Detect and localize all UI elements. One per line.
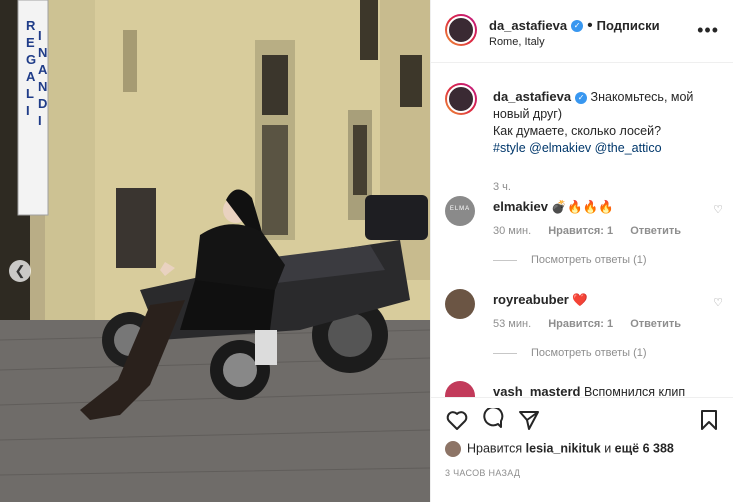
post-actions: Нравится lesia_nikituk и ещё 6 388 3 ЧАС…: [431, 397, 733, 503]
share-icon[interactable]: [517, 408, 541, 432]
caption-age: 3 ч.: [493, 181, 511, 193]
verified-icon: ✓: [575, 91, 588, 104]
sign-letter: L: [26, 86, 34, 101]
comment-avatar[interactable]: [445, 289, 475, 319]
sign-letter: E: [26, 35, 35, 50]
comment-row: vash_masterd Вспомнился клип: [445, 381, 725, 397]
sign-letter: N: [38, 45, 47, 60]
comment-username[interactable]: elmakiev: [493, 199, 548, 214]
author-avatar[interactable]: [445, 14, 477, 46]
comment-likes[interactable]: Нравится: 1: [548, 225, 613, 237]
comment-meta: 53 мин. Нравится: 1 Ответить: [493, 318, 695, 330]
caption-line1: Знакомьтесь, мой: [590, 90, 694, 104]
reply-button[interactable]: Ответить: [630, 318, 681, 330]
sign-letter: I: [26, 103, 30, 118]
photo-illustration: REGALIINANDI: [0, 0, 430, 502]
comment-body: 💣🔥🔥🔥: [551, 200, 614, 214]
comment-username[interactable]: vash_masterd: [493, 384, 580, 397]
comment-likes[interactable]: Нравится: 1: [548, 318, 613, 330]
comment-icon[interactable]: [481, 408, 505, 432]
liker-username[interactable]: lesia_nikituk: [526, 441, 601, 455]
comment-avatar[interactable]: ELMA: [445, 196, 475, 226]
more-icon[interactable]: •••: [697, 20, 719, 41]
likes-count-button[interactable]: ещё 6 388: [615, 441, 674, 455]
sign-letter: I: [38, 113, 42, 128]
comment-like-icon[interactable]: ♡: [713, 296, 723, 309]
chevron-left-icon[interactable]: ❮: [9, 260, 31, 282]
likes-summary: Нравится lesia_nikituk и ещё 6 388: [445, 441, 674, 457]
sign-letter: N: [38, 79, 47, 94]
caption-username[interactable]: da_astafieva: [493, 89, 571, 104]
caption-line3: Как думаете, сколько лосей?: [493, 124, 662, 138]
comment-username[interactable]: royreabuber: [493, 292, 569, 307]
sign-letter: D: [38, 96, 47, 111]
comment-text: vash_masterd Вспомнился клип: [493, 383, 685, 397]
comments-scroll[interactable]: da_astafieva ✓ Знакомьтесь, мой новый дру…: [431, 63, 733, 397]
separator-dot: •: [587, 17, 593, 34]
bookmark-icon[interactable]: [697, 408, 721, 432]
likes-and: и: [604, 441, 612, 456]
view-replies-button[interactable]: Посмотреть ответы (1): [493, 254, 647, 266]
post-photo[interactable]: REGALIINANDI ❮: [0, 0, 430, 502]
verified-icon: ✓: [571, 19, 584, 32]
comment-row: ELMA elmakiev 💣🔥🔥🔥 ♡ 30 мин. Нравится: 1…: [445, 196, 725, 276]
instagram-post: REGALIINANDI ❮ da_astafieva ✓ • Подписки Ro…: [0, 0, 733, 502]
sign-letter: A: [26, 69, 36, 84]
hashtag-link[interactable]: #style: [493, 141, 526, 155]
caption-avatar[interactable]: [445, 83, 477, 115]
sign-letter: G: [26, 52, 36, 67]
sign-letter: R: [26, 18, 36, 33]
comment-text: royreabuber ❤️: [493, 291, 588, 309]
avatar-logo-text: ELMA: [449, 206, 471, 212]
caption-row: da_astafieva ✓ Знакомьтесь, мой новый дру…: [445, 83, 725, 193]
sign-letter: I: [38, 28, 42, 43]
comment-age: 53 мин.: [493, 318, 532, 330]
post-location[interactable]: Rome, Italy: [489, 36, 545, 48]
liker-avatar[interactable]: [445, 441, 461, 457]
comment-text: elmakiev 💣🔥🔥🔥: [493, 198, 614, 216]
comment-body: Вспомнился клип: [583, 385, 686, 397]
mention-link[interactable]: @the_attico: [595, 141, 662, 155]
comment-meta: 30 мин. Нравится: 1 Ответить: [493, 225, 695, 237]
likes-prefix: Нравится: [467, 441, 523, 456]
view-replies-button[interactable]: Посмотреть ответы (1): [493, 347, 647, 359]
comment-like-icon[interactable]: ♡: [713, 203, 723, 216]
post-timestamp: 3 ЧАСОВ НАЗАД: [445, 468, 521, 478]
mention-link[interactable]: @elmakiev: [529, 141, 591, 155]
author-line: da_astafieva ✓ • Подписки: [489, 17, 660, 35]
comment-age: 30 мин.: [493, 225, 532, 237]
follow-button[interactable]: Подписки: [597, 18, 660, 33]
heart-icon[interactable]: [445, 408, 469, 432]
reply-button[interactable]: Ответить: [630, 225, 681, 237]
comment-avatar[interactable]: [445, 381, 475, 397]
caption-text: da_astafieva ✓ Знакомьтесь, мой новый дру…: [493, 88, 725, 157]
post-details-panel: da_astafieva ✓ • Подписки Rome, Italy ••• d…: [430, 0, 733, 502]
post-header: da_astafieva ✓ • Подписки Rome, Italy •••: [431, 0, 733, 63]
sign-letter: A: [38, 62, 48, 77]
caption-line2: новый друг): [493, 107, 563, 121]
comment-body: ❤️: [572, 293, 588, 307]
comment-row: royreabuber ❤️ ♡ 53 мин. Нравится: 1 Отв…: [445, 289, 725, 369]
author-username[interactable]: da_astafieva: [489, 18, 567, 33]
